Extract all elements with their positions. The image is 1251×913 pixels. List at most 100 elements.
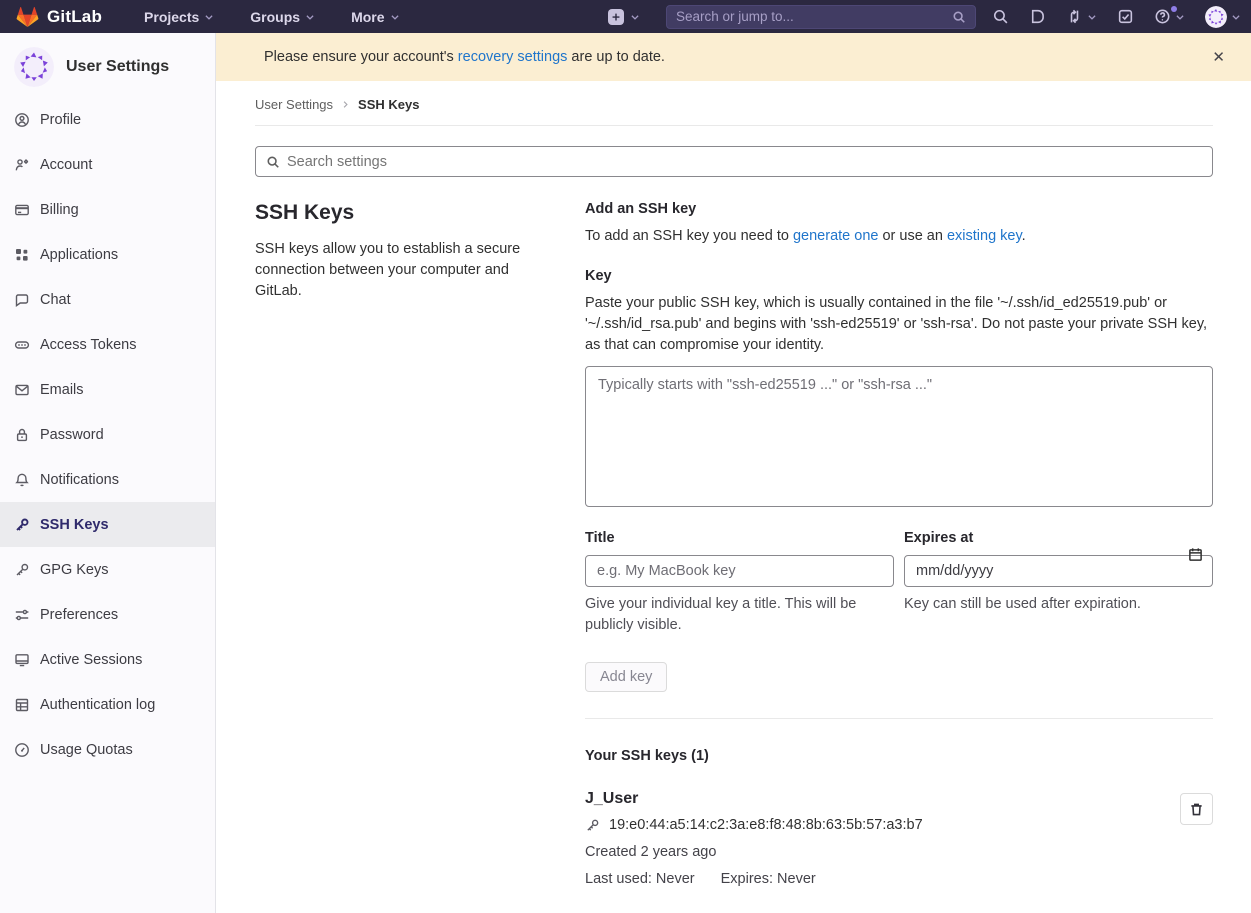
navbar-icons <box>992 6 1241 28</box>
help-button[interactable] <box>1154 8 1185 25</box>
nav-projects[interactable]: Projects <box>144 9 214 25</box>
gitlab-tanuki-icon <box>16 5 39 28</box>
ssh-key-form: Add an SSH key To add an SSH key you nee… <box>585 201 1213 887</box>
ssh-key-created: Created 2 years ago <box>585 844 1153 860</box>
section-divider <box>585 718 1213 719</box>
ssh-key-fingerprint-row: 19:e0:44:a5:14:c2:3a:e8:f8:48:8b:63:5b:5… <box>585 817 1153 833</box>
sidebar-header: User Settings <box>0 33 215 97</box>
add-key-button[interactable]: Add key <box>585 662 667 692</box>
active-sessions-icon <box>14 652 30 668</box>
section-intro: SSH Keys SSH keys allow you to establish… <box>255 201 545 887</box>
top-navbar: GitLab Projects Groups More <box>0 0 1251 33</box>
main-content: User Settings SSH Keys SSH Keys SSH keys… <box>216 81 1251 913</box>
generate-one-link[interactable]: generate one <box>793 228 878 244</box>
calendar-icon[interactable] <box>1188 547 1203 562</box>
sidebar-item-emails[interactable]: Emails <box>0 367 215 412</box>
ssh-key-expires: Expires: Never <box>721 871 816 887</box>
trash-icon <box>1189 802 1204 817</box>
expires-field-group: Expires at Key can still be used after e… <box>904 530 1213 636</box>
chevron-down-icon <box>1087 12 1097 22</box>
sidebar-item-gpg-keys[interactable]: GPG Keys <box>0 547 215 592</box>
global-search[interactable] <box>666 5 976 29</box>
title-input[interactable] <box>585 555 894 587</box>
search-icon <box>952 10 966 24</box>
sidebar-item-usage-quotas[interactable]: Usage Quotas <box>0 727 215 772</box>
sidebar-item-account[interactable]: Account <box>0 142 215 187</box>
key-help-text: Paste your public SSH key, which is usua… <box>585 293 1213 356</box>
sidebar-item-authentication-log[interactable]: Authentication log <box>0 682 215 727</box>
nav-more[interactable]: More <box>351 9 399 25</box>
key-icon <box>585 818 600 833</box>
expires-label: Expires at <box>904 530 1213 546</box>
recovery-settings-link[interactable]: recovery settings <box>458 49 568 65</box>
key-input[interactable] <box>585 366 1213 507</box>
notification-dot <box>1171 6 1177 12</box>
auth-log-icon <box>14 697 30 713</box>
key-label: Key <box>585 268 1213 284</box>
key-icon <box>14 562 30 578</box>
breadcrumb-user-settings[interactable]: User Settings <box>255 97 333 112</box>
sidebar-item-password[interactable]: Password <box>0 412 215 457</box>
brand-name: GitLab <box>47 7 102 27</box>
existing-key-link[interactable]: existing key <box>947 228 1022 244</box>
settings-search-input[interactable] <box>287 154 1202 170</box>
merge-requests-button[interactable] <box>1066 8 1097 25</box>
sidebar-item-chat[interactable]: Chat <box>0 277 215 322</box>
chat-icon <box>14 292 30 308</box>
title-field-group: Title Give your individual key a title. … <box>585 530 894 636</box>
key-icon <box>14 517 30 533</box>
breadcrumb-ssh-keys: SSH Keys <box>358 97 419 112</box>
add-ssh-key-heading: Add an SSH key <box>585 201 1213 217</box>
nav-groups[interactable]: Groups <box>250 9 315 25</box>
preferences-icon <box>14 607 30 623</box>
todo-icon[interactable] <box>1117 8 1134 25</box>
settings-search[interactable] <box>255 146 1213 177</box>
password-icon <box>14 427 30 443</box>
ssh-key-title[interactable]: J_User <box>585 790 1153 808</box>
plus-icon <box>608 9 624 25</box>
sidebar-item-profile[interactable]: Profile <box>0 97 215 142</box>
title-label: Title <box>585 530 894 546</box>
page-description: SSH keys allow you to establish a secure… <box>255 239 545 302</box>
gitlab-logo[interactable]: GitLab <box>10 5 108 28</box>
recovery-settings-banner: Please ensure your account's recovery se… <box>216 33 1251 81</box>
new-menu-button[interactable] <box>608 9 640 25</box>
expires-at-input[interactable] <box>904 555 1213 587</box>
settings-sidebar: User Settings Profile Account Billing Ap… <box>0 33 216 913</box>
sidebar-item-active-sessions[interactable]: Active Sessions <box>0 637 215 682</box>
ssh-key-last-used: Last used: Never <box>585 871 695 887</box>
user-avatar <box>1205 6 1227 28</box>
notifications-icon <box>14 472 30 488</box>
breadcrumb: User Settings SSH Keys <box>255 81 1213 126</box>
chevron-right-icon <box>341 100 350 109</box>
search-icon <box>266 155 280 169</box>
close-icon[interactable]: ✕ <box>1204 44 1233 70</box>
sidebar-item-preferences[interactable]: Preferences <box>0 592 215 637</box>
sidebar-item-access-tokens[interactable]: Access Tokens <box>0 322 215 367</box>
usage-quotas-icon <box>14 742 30 758</box>
account-icon <box>14 157 30 173</box>
sidebar-item-billing[interactable]: Billing <box>0 187 215 232</box>
banner-text: Please ensure your account's recovery se… <box>264 49 665 65</box>
chevron-down-icon <box>390 12 400 22</box>
billing-icon <box>14 202 30 218</box>
sidebar-item-ssh-keys[interactable]: SSH Keys <box>0 502 215 547</box>
page-title: SSH Keys <box>255 201 545 225</box>
delete-key-button[interactable] <box>1180 793 1213 825</box>
issues-icon[interactable] <box>1029 8 1046 25</box>
sidebar-item-notifications[interactable]: Notifications <box>0 457 215 502</box>
user-menu-button[interactable] <box>1205 6 1241 28</box>
chevron-down-icon <box>1231 12 1241 22</box>
expires-help-text: Key can still be used after expiration. <box>904 594 1213 615</box>
chevron-down-icon <box>305 12 315 22</box>
search-icon[interactable] <box>992 8 1009 25</box>
your-ssh-keys-heading: Your SSH keys (1) <box>585 748 1213 764</box>
global-search-input[interactable] <box>676 9 952 24</box>
user-settings-avatar <box>14 47 54 87</box>
profile-icon <box>14 112 30 128</box>
sidebar-item-applications[interactable]: Applications <box>0 232 215 277</box>
chevron-down-icon <box>204 12 214 22</box>
help-icon <box>1154 8 1171 25</box>
merge-request-icon <box>1066 8 1083 25</box>
sidebar-title: User Settings <box>66 58 169 76</box>
